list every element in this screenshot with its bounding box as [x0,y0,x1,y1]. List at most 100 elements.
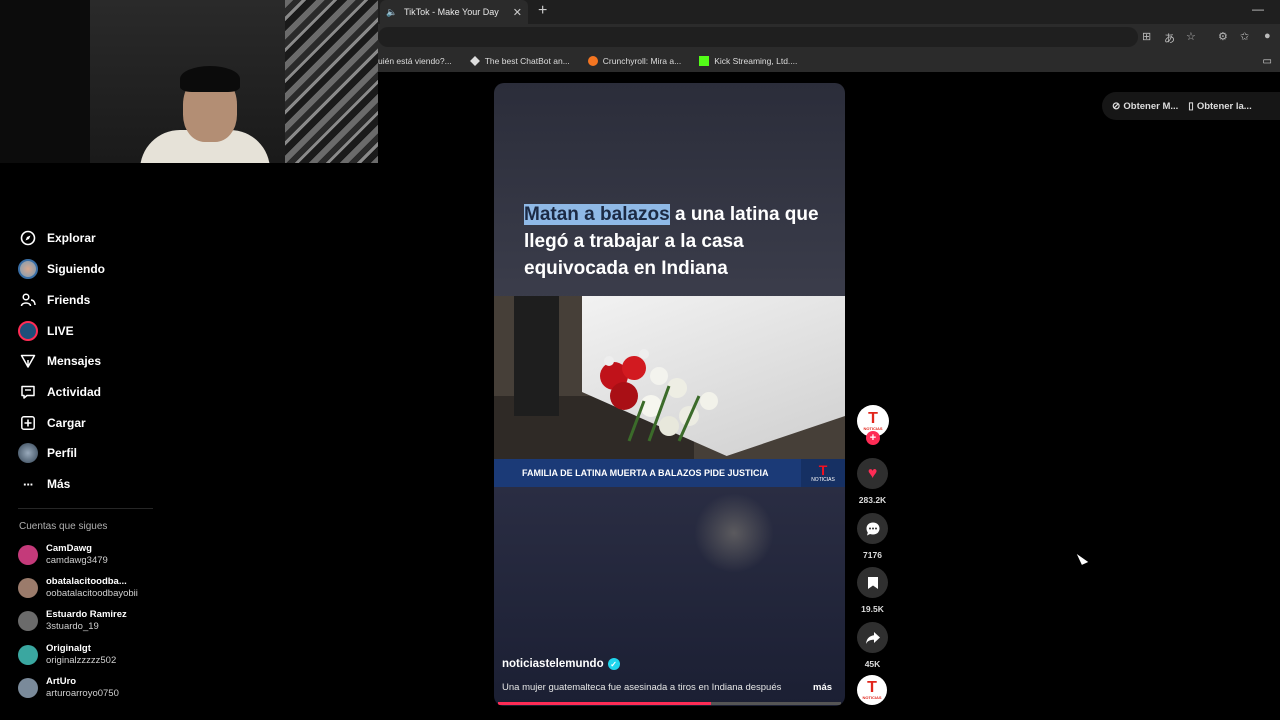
bookmark-label: Kick Streaming, Ltd.... [714,56,798,66]
folder-icon[interactable]: ▭ [1263,56,1272,67]
account-avatar [18,678,38,698]
sidebar-item-perfil[interactable]: Perfil [18,441,77,465]
account-name: Estuardo Ramirez [46,609,127,620]
sidebar-item-label: Friends [47,293,91,307]
get-mobile-app-button[interactable]: ▯ Obtener la... [1188,101,1251,112]
webcam-curtain [285,0,378,163]
sidebar-item-live[interactable]: LIVE [18,319,74,343]
sidebar-item-mensajes[interactable]: Mensajes [18,349,101,373]
tab-close-icon[interactable]: ✕ [513,6,522,19]
video-player[interactable]: Matan a balazos a una latina que llegó a… [494,83,845,706]
webcam-person-hair [180,66,240,92]
bookmark-item[interactable]: uién está viendo?... [378,56,452,66]
more-button[interactable]: más [813,682,832,693]
sidebar-item-cargar[interactable]: Cargar [18,411,86,435]
following-account[interactable]: Estuardo Ramirez 3stuardo_19 [18,606,127,636]
account-handle: originalzzzzz502 [46,655,117,666]
account-name: obatalacitoodba... [46,576,127,587]
compass-icon [18,228,38,248]
account-name: CamDawg [46,543,92,554]
bookmark-label: The best ChatBot an... [484,56,570,66]
account-name: Originalgt [46,643,91,654]
favorites-icon[interactable]: ✩ [1240,30,1249,43]
account-avatar [18,578,38,598]
lower-third-text: FAMILIA DE LATINA MUERTA A BALAZOS PIDE … [522,468,769,478]
flowers-image [600,349,718,442]
get-app-bar: ⊘ Obtener M... ▯ Obtener la... [1102,92,1280,120]
account-name: ArtUro [46,676,77,687]
bookmark-item[interactable]: Kick Streaming, Ltd.... [699,56,797,66]
following-account[interactable]: obatalacitoodba... oobatalacitoodbayobii [18,573,138,603]
extension-icon[interactable]: ⚙ [1218,30,1228,43]
activity-icon [18,382,38,402]
get-mobile-label: Obtener la... [1196,100,1252,112]
disc-logo-text: NOTICIAS [862,694,882,700]
video-progress-bar[interactable] [498,702,841,705]
following-account[interactable]: Originalgt originalzzzzz502 [18,640,116,670]
video-headline: Matan a balazos a una latina que llegó a… [524,201,824,282]
follow-button[interactable]: + [866,431,880,445]
logo-letter: T [818,462,828,478]
bookmark-label: Crunchyroll: Mira a... [602,56,682,66]
bookmark-item[interactable]: The best ChatBot an... [469,56,570,66]
upload-icon [18,413,38,433]
phone-icon: ▯ [1188,100,1194,112]
desktop-icon: ⊘ [1112,100,1121,112]
mouse-cursor [1076,551,1089,565]
chatbot-icon [469,56,480,66]
profile-avatar-icon [18,443,38,463]
more-icon: ··· [23,476,34,492]
grid-icon[interactable]: ⊞ [1142,30,1151,43]
account-avatar [18,545,38,565]
music-disc[interactable]: T NOTICIAS [857,675,887,705]
author-name[interactable]: noticiastelemundo [502,658,604,670]
following-account[interactable]: ArtUro arturoarroyo0750 [18,673,119,703]
video-photo [494,296,845,459]
account-handle: arturoarroyo0750 [46,688,119,699]
sidebar-item-label: Cargar [47,416,86,430]
account-handle: camdawg3479 [46,555,108,566]
translate-icon[interactable]: あ [1164,30,1175,46]
photo-person [514,296,559,416]
heart-icon: ♥ [867,464,878,482]
lower-third-banner: FAMILIA DE LATINA MUERTA A BALAZOS PIDE … [494,459,845,487]
bookmark-label: uién está viendo?... [378,56,452,66]
comment-button[interactable] [857,513,888,544]
sidebar-item-siguiendo[interactable]: Siguiendo [18,257,105,281]
sidebar-item-label: LIVE [47,324,74,338]
get-desktop-app-button[interactable]: ⊘ Obtener M... [1112,101,1178,112]
send-icon [18,351,38,371]
sidebar-item-label: Perfil [47,446,78,460]
kick-icon [699,56,710,66]
sidebar-divider [18,508,153,509]
omnibox[interactable] [378,27,1138,47]
headline-highlight: Matan a balazos [524,204,670,225]
account-avatar [18,645,38,665]
share-button[interactable] [857,622,888,653]
bookmark-icon [867,576,878,589]
sidebar-item-explorar[interactable]: Explorar [18,226,96,250]
video-blur [694,493,774,573]
video-author[interactable]: noticiastelemundo ✓ [502,658,620,670]
bookmark-item[interactable]: Crunchyroll: Mira a... [587,56,682,66]
sidebar-item-mas[interactable]: ··· Más [18,472,70,496]
profile-icon[interactable]: ● [1264,30,1271,42]
star-icon[interactable]: ☆ [1186,30,1196,43]
browser-tab[interactable]: 🔈 TikTok - Make Your Day ✕ [380,0,528,24]
save-count: 19.5K [861,604,884,614]
sidebar-item-label: Explorar [47,231,96,245]
sidebar-item-actividad[interactable]: Actividad [18,380,101,404]
new-tab-button[interactable]: + [538,2,547,20]
sidebar: Explorar Siguiendo Friends LIVE Mensajes… [0,200,160,720]
following-account[interactable]: CamDawg camdawg3479 [18,540,108,570]
like-button[interactable]: ♥ [857,458,888,489]
account-avatar [18,611,38,631]
sidebar-item-label: Más [47,477,71,491]
comment-count: 7176 [863,550,882,560]
crunchyroll-icon [587,56,598,66]
speaker-icon: 🔈 [386,6,398,17]
save-button[interactable] [857,567,888,598]
avatar-icon [18,259,38,279]
sidebar-item-friends[interactable]: Friends [18,288,90,312]
minimize-button[interactable]: — [1252,2,1264,16]
